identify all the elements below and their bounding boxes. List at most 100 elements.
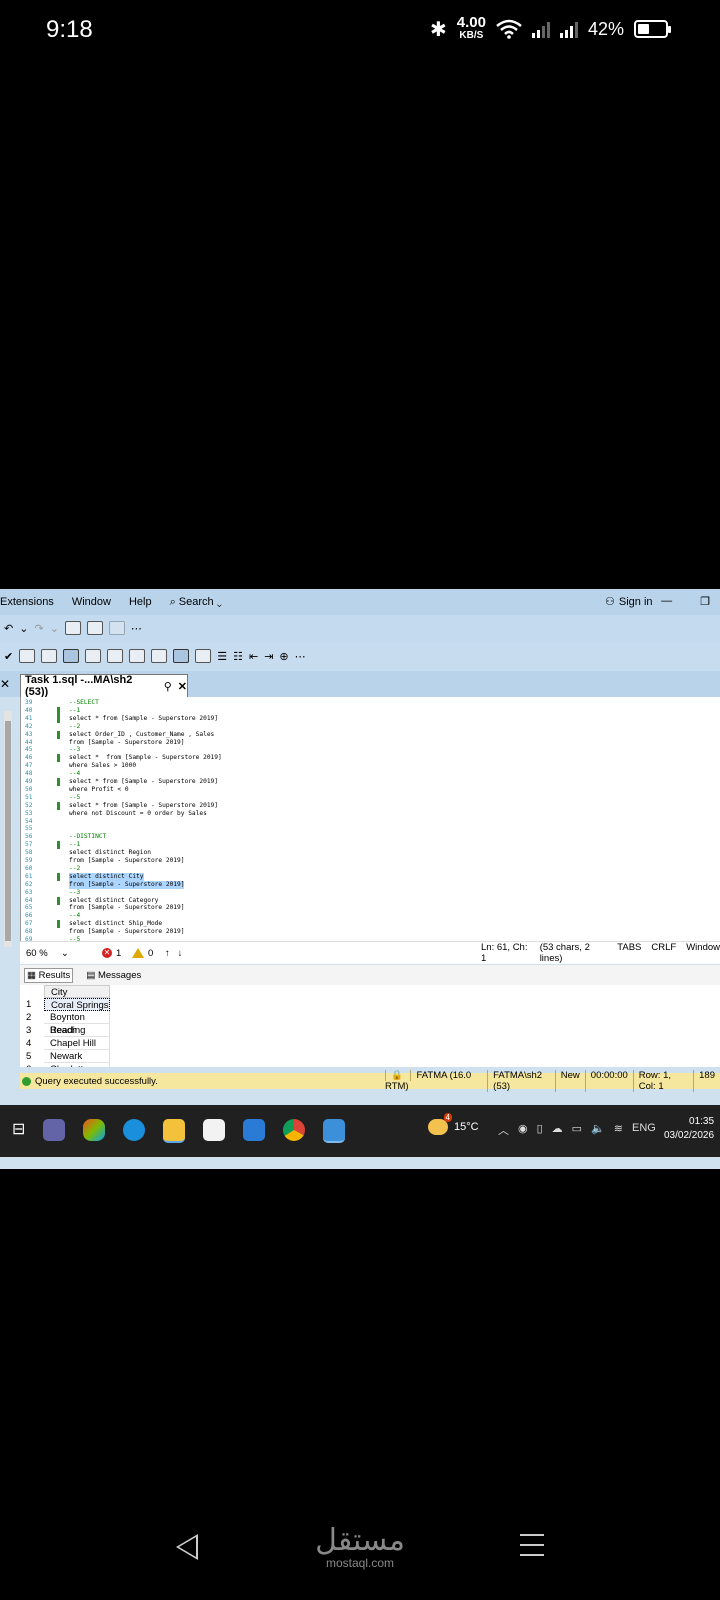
indent-icon[interactable]: ⇥ bbox=[264, 650, 273, 663]
onedrive-icon[interactable]: ☁ bbox=[552, 1122, 563, 1138]
teams-icon[interactable] bbox=[43, 1119, 66, 1141]
query-options-icon[interactable] bbox=[41, 649, 58, 663]
more-icon[interactable]: ⋯ bbox=[131, 622, 142, 635]
row-number: 1 bbox=[26, 999, 32, 1010]
menu-window[interactable]: Window bbox=[72, 596, 111, 608]
more-icon[interactable]: ⋯ bbox=[295, 650, 306, 663]
task-view-icon[interactable]: ⊟ bbox=[12, 1119, 25, 1143]
table-row[interactable]: 5 Newark bbox=[20, 1050, 110, 1063]
file-explorer-icon[interactable] bbox=[163, 1119, 186, 1143]
error-count[interactable]: ✕ 1 bbox=[102, 948, 121, 959]
device-icon[interactable]: ▯ bbox=[537, 1122, 543, 1138]
arrow-up-icon[interactable]: ↑ bbox=[165, 948, 170, 959]
back-icon[interactable] bbox=[176, 1534, 198, 1560]
city-cell[interactable]: Newark bbox=[44, 1050, 110, 1063]
battery-icon[interactable]: ▭ bbox=[572, 1122, 582, 1138]
mail-icon[interactable] bbox=[243, 1119, 266, 1141]
table-row[interactable]: 1 Coral Springs bbox=[20, 998, 110, 1011]
table-row[interactable]: 2 Boynton Beach bbox=[20, 1011, 110, 1036]
open-file-icon[interactable] bbox=[64, 621, 81, 635]
results-grid[interactable]: City 1 Coral Springs 2 Boynton Beach 3 Readin… bbox=[20, 985, 720, 1067]
toolbar-sql-editor: ✔ ☰ ☷ ⇤ ⇥ ⊕ ⋯ bbox=[0, 641, 720, 671]
scroll-thumb[interactable] bbox=[5, 721, 11, 941]
search-box[interactable]: ⌕ Search ⌄ bbox=[170, 596, 222, 609]
results-to-file-icon[interactable] bbox=[195, 649, 212, 663]
language-indicator[interactable]: ENG bbox=[632, 1122, 656, 1138]
line-number: 49 bbox=[25, 778, 33, 785]
line-number: 47 bbox=[25, 762, 33, 770]
close-icon[interactable]: ✕ bbox=[178, 680, 187, 693]
client-stats-icon[interactable] bbox=[129, 649, 146, 663]
chrome-icon[interactable] bbox=[283, 1119, 306, 1141]
undo-icon[interactable]: ↶ bbox=[4, 622, 13, 635]
code-text: select distinct Category bbox=[69, 896, 159, 904]
chevron-down-icon[interactable]: ⌄ bbox=[19, 622, 28, 635]
results-to-text-icon[interactable] bbox=[151, 649, 168, 663]
include-plan-icon[interactable] bbox=[85, 649, 102, 663]
table-row[interactable]: 3 Reading bbox=[20, 1024, 110, 1037]
city-cell[interactable]: Boynton Beach bbox=[44, 1011, 110, 1036]
live-stats-icon[interactable] bbox=[107, 649, 124, 663]
status-time: 9:18 bbox=[46, 16, 93, 43]
store-icon[interactable] bbox=[203, 1119, 226, 1141]
weather-badge: 4 bbox=[443, 1113, 452, 1122]
chevron-down-icon[interactable]: ⌄ bbox=[50, 622, 59, 635]
ssms-icon[interactable] bbox=[323, 1119, 346, 1143]
sign-in-button[interactable]: ⚇ Sign in bbox=[605, 595, 653, 609]
restore-icon[interactable]: ❐ bbox=[700, 595, 710, 608]
find-icon[interactable] bbox=[86, 621, 103, 635]
city-cell[interactable]: Coral Springs bbox=[44, 998, 110, 1011]
redo-icon[interactable]: ↷ bbox=[34, 622, 43, 635]
close-icon[interactable]: ✕ bbox=[0, 677, 10, 691]
city-cell[interactable]: Charlotte bbox=[44, 1063, 110, 1067]
change-marker bbox=[57, 841, 60, 850]
display-plan-icon[interactable] bbox=[19, 649, 36, 663]
record-icon[interactable]: ◉ bbox=[518, 1122, 528, 1138]
menu-help[interactable]: Help bbox=[129, 596, 152, 608]
specify-values-icon[interactable]: ⊕ bbox=[279, 650, 288, 663]
intellisense-icon[interactable] bbox=[63, 649, 80, 663]
results-to-grid-icon[interactable] bbox=[173, 649, 190, 663]
login-info: FATMA\sh2 (53) bbox=[487, 1070, 555, 1092]
zoom-select[interactable]: 60 % ⌄ bbox=[26, 948, 69, 959]
menu-extensions[interactable]: Extensions bbox=[0, 596, 54, 608]
vertical-scrollbar[interactable] bbox=[4, 711, 12, 947]
minimize-icon[interactable]: — bbox=[661, 595, 672, 608]
chevron-up-icon[interactable]: ︿ bbox=[498, 1122, 509, 1138]
parse-check-icon[interactable]: ✔ bbox=[4, 650, 13, 663]
warning-count[interactable]: 0 bbox=[132, 948, 153, 959]
city-cell[interactable]: Reading bbox=[44, 1024, 110, 1037]
edge-icon[interactable] bbox=[123, 1119, 146, 1141]
line-ending[interactable]: CRLF bbox=[651, 942, 676, 964]
clock-date: 03/02/2026 bbox=[664, 1130, 715, 1141]
phone-status-bar: 9:18 ✱ 4.00 KB/S 42% bbox=[0, 0, 720, 64]
tab-results[interactable]: ▦ Results bbox=[24, 967, 74, 983]
menu-icon[interactable] bbox=[520, 1534, 544, 1556]
row-number: 5 bbox=[26, 1051, 32, 1062]
volume-icon[interactable]: 🔈 bbox=[591, 1122, 605, 1138]
chevron-down-icon: ⌄ bbox=[216, 595, 222, 608]
arrow-down-icon[interactable]: ↓ bbox=[178, 948, 183, 959]
code-text: from [Sample - Superstore 2019] bbox=[69, 928, 185, 936]
row-number: 4 bbox=[26, 1038, 32, 1049]
code-text: select Order_ID , Customer_Name , Sales bbox=[69, 730, 215, 738]
table-row[interactable]: 4 Chapel Hill bbox=[20, 1037, 110, 1050]
tab-title: Task 1.sql -...MA\sh2 (53)) bbox=[25, 674, 133, 698]
wifi-icon[interactable]: ≋ bbox=[614, 1122, 623, 1138]
sql-editor[interactable]: 39 --SELECT 40 --1 41 select * from [Sample -… bbox=[20, 697, 720, 941]
outdent-icon[interactable]: ⇤ bbox=[249, 650, 258, 663]
tabs-mode[interactable]: TABS bbox=[617, 942, 641, 964]
table-row[interactable]: 6Charlotte bbox=[20, 1063, 110, 1067]
uncomment-icon[interactable]: ☷ bbox=[233, 650, 243, 663]
city-cell[interactable]: Chapel Hill bbox=[44, 1037, 110, 1050]
tab-task1-sql[interactable]: Task 1.sql -...MA\sh2 (53)) ⚲ ✕ bbox=[20, 674, 188, 698]
taskbar-clock[interactable]: 01:35 03/02/2026 bbox=[664, 1115, 714, 1143]
comment-icon[interactable]: ☰ bbox=[217, 650, 227, 663]
tab-messages[interactable]: ▤ Messages bbox=[83, 968, 144, 983]
column-header-city[interactable]: City bbox=[44, 985, 110, 998]
code-text: select * from [Sample - Superstore 2019] bbox=[69, 778, 219, 785]
weather-widget[interactable]: 4 15°C bbox=[428, 1113, 479, 1135]
pin-icon[interactable]: ⚲ bbox=[164, 680, 172, 693]
encoding[interactable]: Window bbox=[686, 942, 720, 964]
copilot-icon[interactable] bbox=[83, 1119, 106, 1141]
